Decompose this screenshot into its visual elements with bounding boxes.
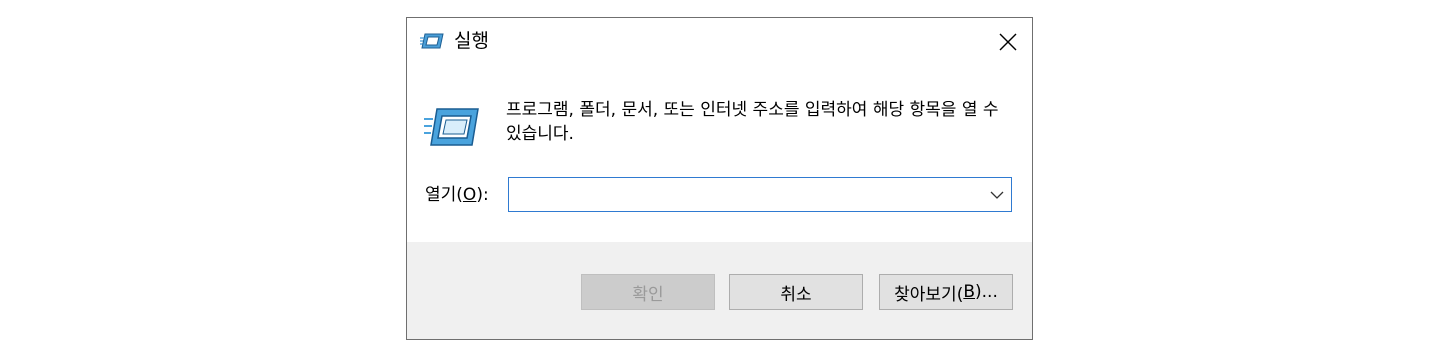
open-input[interactable]: [513, 181, 977, 209]
ok-button[interactable]: 확인: [581, 274, 715, 310]
open-label: 열기(O):: [425, 183, 489, 207]
run-icon: [420, 33, 444, 49]
run-dialog: 실행 프로그램, 폴더, 문서, 또는 인터넷 주소를 입력하여 해당 항목을 …: [406, 17, 1033, 340]
browse-label-prefix: 찾아보기(: [894, 284, 964, 305]
open-combobox[interactable]: [508, 177, 1012, 212]
cancel-button[interactable]: 취소: [729, 274, 863, 310]
browse-button[interactable]: 찾아보기(B)...: [879, 274, 1013, 310]
title-bar: 실행: [407, 18, 1032, 66]
browse-label-accesskey: B: [963, 282, 976, 302]
close-icon: [999, 33, 1017, 51]
button-bar: 확인 취소 찾아보기(B)...: [407, 242, 1032, 339]
browse-label-suffix: )...: [975, 282, 998, 302]
dialog-description: 프로그램, 폴더, 문서, 또는 인터넷 주소를 입력하여 해당 항목을 열 수…: [506, 100, 999, 144]
close-button[interactable]: [990, 24, 1026, 60]
run-icon: [424, 107, 480, 147]
open-label-suffix: ):: [476, 185, 489, 205]
open-label-accesskey: O: [462, 185, 477, 205]
window-title: 실행: [454, 30, 489, 52]
chevron-down-icon[interactable]: [989, 187, 1005, 203]
open-label-prefix: 열기(: [425, 185, 463, 205]
content-area: 프로그램, 폴더, 문서, 또는 인터넷 주소를 입력하여 해당 항목을 열 수…: [407, 66, 1032, 243]
